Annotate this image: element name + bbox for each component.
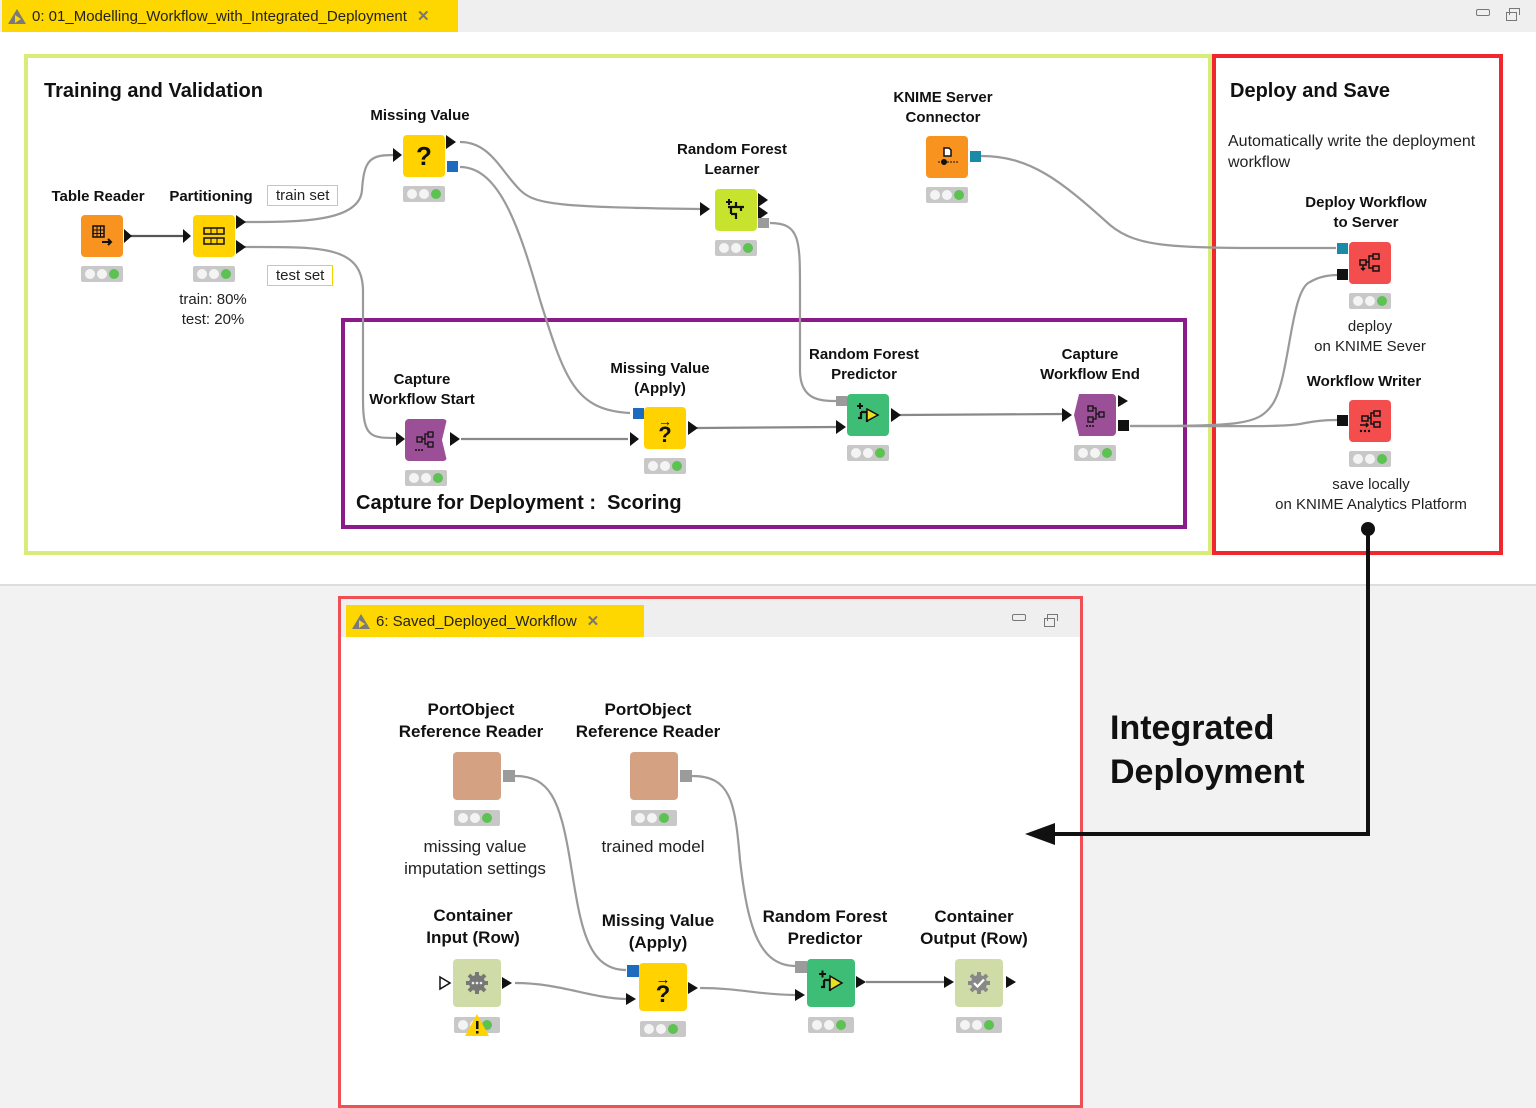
capture-start-icon xyxy=(415,431,434,451)
capture-start-node[interactable] xyxy=(405,419,447,461)
wire-mv-learner xyxy=(459,140,701,211)
por-reader-2-sub: trained model xyxy=(601,837,705,856)
gear-check-icon xyxy=(968,972,990,994)
wire-predictor-captureend xyxy=(899,412,1064,417)
wire-mv-model-apply xyxy=(459,165,631,415)
random-forest-learner-icon xyxy=(726,199,744,219)
rf-learner-node[interactable] xyxy=(715,189,757,231)
missing-value-label: Missing Value xyxy=(370,107,470,124)
partitioning-sub: train: 80% test: 20% xyxy=(179,291,247,328)
random-forest-predictor-icon xyxy=(857,403,880,423)
wire-input-apply xyxy=(514,981,627,1001)
capture-start-label: Capture Workflow Start xyxy=(369,371,475,408)
server-connector-node[interactable] xyxy=(926,136,968,178)
capture-end-node[interactable] xyxy=(1074,394,1116,436)
gear-icon xyxy=(466,972,488,994)
capture-start-status xyxy=(405,470,447,486)
por-reader-2-label: PortObject Reference Reader xyxy=(575,700,721,741)
mv-apply-status xyxy=(644,458,686,474)
capture-end-status xyxy=(1074,445,1116,461)
bottom-mv-apply-node[interactable]: → ? xyxy=(639,963,687,1011)
capture-end-icon xyxy=(1086,405,1105,427)
workflow-writer-status xyxy=(1349,451,1391,467)
bottom-rf-predictor-label: Random Forest Predictor xyxy=(762,907,888,948)
mv-apply-label: Missing Value (Apply) xyxy=(610,360,710,397)
workflow-writer-label: Workflow Writer xyxy=(1306,373,1422,390)
mv-apply-node[interactable]: → ? xyxy=(644,407,686,449)
missing-value-status xyxy=(403,186,445,202)
rf-learner-status xyxy=(715,240,757,256)
container-input-label: Container Input (Row) xyxy=(426,906,520,947)
deploy-workflow-node[interactable] xyxy=(1349,242,1391,284)
deploy-workflow-status xyxy=(1349,293,1391,309)
table-reader-status xyxy=(81,266,123,282)
workflow-writer-icon xyxy=(1359,410,1381,433)
deploy-workflow-label: Deploy Workflow to Server xyxy=(1305,194,1427,231)
container-output-status xyxy=(956,1017,1002,1033)
missing-value-apply-icon: ? xyxy=(655,981,671,1008)
deploy-workflow-sub: deploy on KNIME Sever xyxy=(1314,318,1426,355)
random-forest-predictor-icon xyxy=(819,970,844,992)
rf-predictor-node[interactable] xyxy=(847,394,889,436)
bottom-rf-predictor-node[interactable] xyxy=(807,959,855,1007)
container-input-node[interactable] xyxy=(453,959,501,1007)
warning-icon xyxy=(465,1014,489,1036)
workflow-deploy-icon xyxy=(1359,253,1380,272)
table-reader-label: Table Reader xyxy=(51,188,145,205)
por-reader-1-node[interactable] xyxy=(453,752,501,800)
integrated-deployment-arrow xyxy=(1025,522,1375,845)
wire-apply-predictor-bottom xyxy=(699,986,796,997)
bottom-mv-apply-label: Missing Value (Apply) xyxy=(601,911,715,952)
wire-captureend-deploy xyxy=(1129,273,1339,428)
por-reader-1-label: PortObject Reference Reader xyxy=(398,700,544,741)
container-output-node[interactable] xyxy=(955,959,1003,1007)
partitioning-label: Partitioning xyxy=(169,188,253,205)
missing-value-node[interactable]: ? xyxy=(403,135,445,177)
server-connector-icon xyxy=(938,147,958,165)
por-reader-1-status xyxy=(454,810,500,826)
por-reader-2-status xyxy=(631,810,677,826)
partitioning-icon xyxy=(203,227,225,245)
wire-apply-predictor xyxy=(696,425,837,430)
rf-predictor-label: Random Forest Predictor xyxy=(808,346,920,383)
integrated-deployment-label: Integrated Deployment xyxy=(1110,709,1305,791)
workflow-writer-node[interactable] xyxy=(1349,400,1391,442)
rf-learner-label: Random Forest Learner xyxy=(676,141,788,178)
workflow-writer-sub: save locally on KNIME Analytics Platform xyxy=(1275,476,1467,513)
server-connector-label: KNIME Server Connector xyxy=(893,89,993,126)
por-reader-2-node[interactable] xyxy=(630,752,678,800)
wire-connector-deploy xyxy=(980,154,1337,250)
por-reader-1-sub: missing value imputation settings xyxy=(404,837,546,878)
wire-partition-missingvalue xyxy=(244,153,394,224)
partitioning-node[interactable] xyxy=(193,215,235,257)
bottom-rf-predictor-status xyxy=(808,1017,854,1033)
partitioning-status xyxy=(193,266,235,282)
bottom-mv-apply-status xyxy=(640,1021,686,1037)
question-mark-icon: ? xyxy=(416,140,432,171)
capture-end-label: Capture Workflow End xyxy=(1040,346,1140,383)
missing-value-apply-icon: ? xyxy=(658,422,672,447)
container-output-label: Container Output (Row) xyxy=(920,907,1028,948)
table-reader-icon xyxy=(92,225,113,246)
server-connector-status xyxy=(926,187,968,203)
table-reader-node[interactable] xyxy=(81,215,123,257)
rf-predictor-status xyxy=(847,445,889,461)
